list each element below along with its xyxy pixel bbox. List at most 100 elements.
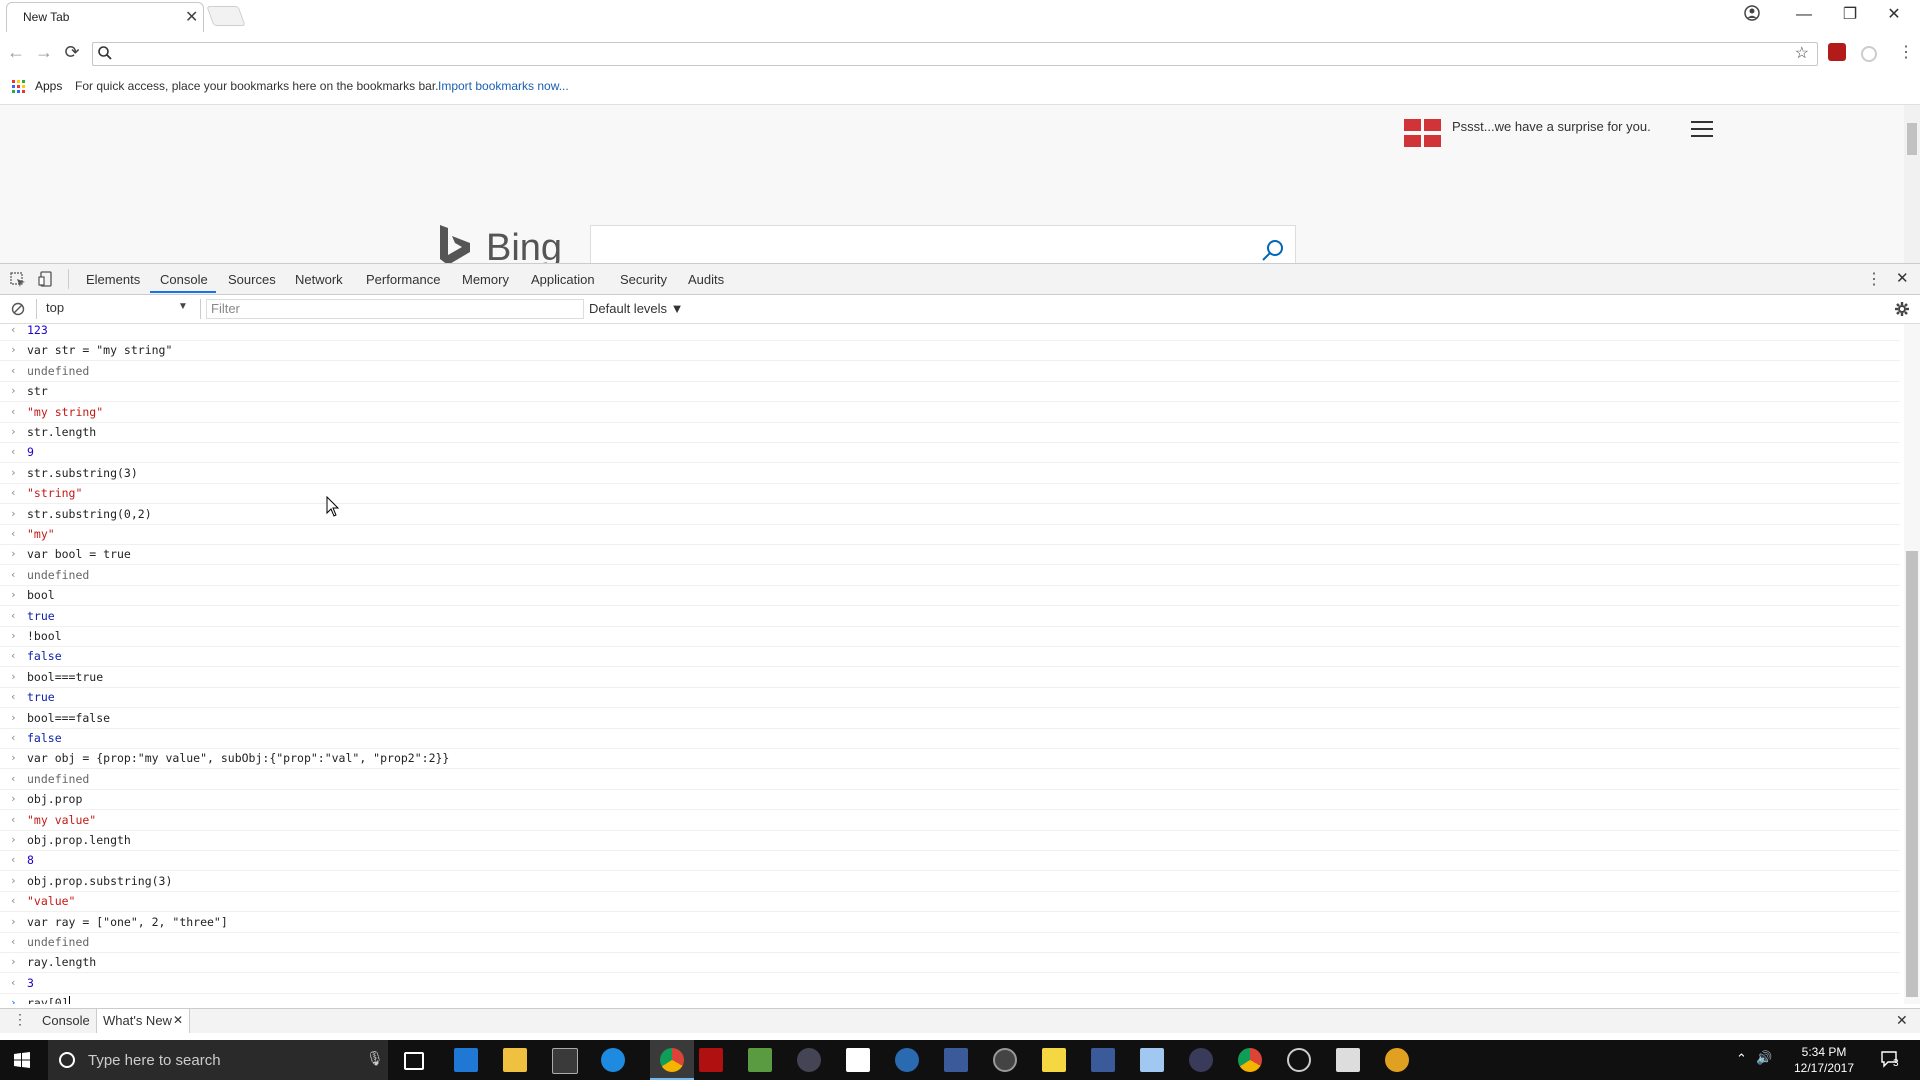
close-window-button[interactable]: ✕ <box>1874 2 1914 28</box>
remote-desktop-icon[interactable] <box>1091 1048 1115 1072</box>
console-scroll-thumb[interactable] <box>1906 551 1918 997</box>
context-selector[interactable]: top ▼ <box>46 300 192 318</box>
close-drawer-icon[interactable]: ✕ <box>1896 1012 1908 1029</box>
console-input-line: › var str = "my string" <box>0 340 1900 362</box>
devtools-drawer: ⋮ Console What's New ✕ ✕ <box>0 1008 1920 1033</box>
device-toolbar-icon[interactable] <box>38 271 54 287</box>
filter-input[interactable]: Filter <box>206 299 584 319</box>
console-text: false <box>27 731 62 745</box>
page-scroll-thumb[interactable] <box>1907 123 1917 155</box>
microphone-icon[interactable]: 🎙 <box>366 1050 384 1067</box>
mail-icon[interactable] <box>846 1048 870 1072</box>
console-text: str <box>27 384 48 399</box>
console-output-line: ‹ true <box>0 606 1900 627</box>
tray-chevron-icon[interactable]: ⌃ <box>1736 1051 1747 1067</box>
close-drawer-tab-icon[interactable]: ✕ <box>173 1013 183 1027</box>
filezilla-icon[interactable] <box>699 1048 723 1072</box>
new-tab-button[interactable] <box>206 6 246 26</box>
apps-icon[interactable] <box>12 80 26 94</box>
app-icon-globe[interactable] <box>895 1048 919 1072</box>
drawer-tab-label: What's New <box>103 1013 172 1028</box>
console-prompt-input[interactable]: ray[0] <box>27 996 70 1004</box>
tab-performance[interactable]: Performance <box>366 272 440 287</box>
tab-network[interactable]: Network <box>295 272 343 287</box>
app-icon-dark[interactable] <box>1189 1048 1213 1072</box>
extension-icon-2[interactable] <box>1861 46 1877 62</box>
tab-security[interactable]: Security <box>620 272 667 287</box>
app-icon-doc[interactable] <box>1336 1048 1360 1072</box>
network-app-icon[interactable] <box>944 1048 968 1072</box>
import-bookmarks-link[interactable]: Import bookmarks now... <box>438 79 569 93</box>
prompt-chevron-icon: › <box>10 873 17 887</box>
sticky-notes-icon[interactable] <box>1042 1048 1066 1072</box>
prompt-chevron-icon: › <box>10 751 17 765</box>
console-text: str.substring(0,2) <box>27 506 152 521</box>
console-output[interactable]: ‹ 123 › var str = "my string" ‹ undefined › str… <box>0 324 1904 1004</box>
settings-gear-icon[interactable] <box>1894 301 1910 317</box>
bookmark-star-icon[interactable]: ☆ <box>1795 43 1809 63</box>
app-icon-purple[interactable] <box>797 1048 821 1072</box>
close-devtools-icon[interactable]: ✕ <box>1896 269 1909 287</box>
console-text: obj.prop <box>27 792 83 807</box>
devtools-menu-icon[interactable]: ⋮ <box>1866 269 1882 289</box>
log-levels-dropdown[interactable]: Default levels ▼ <box>589 301 684 316</box>
console-text: "my" <box>27 527 55 541</box>
address-bar[interactable]: ☆ <box>92 42 1818 66</box>
close-tab-icon[interactable]: ✕ <box>185 7 198 27</box>
taskbar-clock[interactable]: 5:34 PM 12/17/2017 <box>1784 1040 1874 1080</box>
task-view-icon[interactable] <box>404 1052 424 1070</box>
edge-icon[interactable] <box>454 1048 478 1072</box>
reload-button[interactable]: ⟳ <box>60 40 84 64</box>
search-icon[interactable] <box>1261 238 1285 262</box>
notepad-plus-icon[interactable] <box>748 1048 772 1072</box>
app-icon-circle[interactable] <box>1287 1048 1311 1072</box>
console-input-line: › bool===false <box>0 708 1900 729</box>
drawer-tab-console[interactable]: Console <box>38 1013 94 1028</box>
forward-button[interactable]: → <box>32 40 56 64</box>
console-input-line: › str.substring(0,2) <box>0 504 1900 525</box>
page-content: Pssst...we have a surprise for you. Bing <box>0 105 1920 263</box>
drawer-menu-icon[interactable]: ⋮ <box>13 1011 27 1028</box>
extension-icon[interactable] <box>1828 43 1846 61</box>
tab-new-tab[interactable]: New Tab ✕ <box>6 2 204 32</box>
inspect-element-icon[interactable] <box>10 272 26 288</box>
tab-sources[interactable]: Sources <box>228 272 276 287</box>
result-chevron-icon: ‹ <box>10 527 17 540</box>
chrome-taskbar-button[interactable] <box>650 1040 694 1080</box>
apps-link[interactable]: Apps <box>35 79 62 93</box>
windows-start-icon[interactable] <box>14 1052 30 1068</box>
app-icon-blue[interactable] <box>601 1048 625 1072</box>
console-text: true <box>27 608 55 623</box>
surprise-text[interactable]: Pssst...we have a surprise for you. <box>1452 119 1651 134</box>
result-chevron-icon: ‹ <box>10 363 17 377</box>
tab-application[interactable]: Application <box>531 272 595 287</box>
chrome-icon-2[interactable] <box>1238 1048 1262 1072</box>
restore-button[interactable]: ❐ <box>1830 2 1870 28</box>
clear-console-icon[interactable] <box>11 302 25 316</box>
drawer-tab-whats-new[interactable]: What's New ✕ <box>96 1009 190 1033</box>
tab-audits[interactable]: Audits <box>688 272 724 287</box>
console-input-line: › str.length <box>0 422 1900 443</box>
profile-icon[interactable] <box>1744 5 1762 23</box>
app-icon-light[interactable] <box>1140 1048 1164 1072</box>
console-output-line: ‹ "my string" <box>0 402 1900 423</box>
tab-console[interactable]: Console <box>160 272 208 287</box>
bing-search-box[interactable] <box>590 225 1296 263</box>
menu-hamburger-icon[interactable] <box>1691 121 1713 142</box>
file-explorer-icon[interactable] <box>503 1048 527 1072</box>
minimize-button[interactable]: — <box>1784 2 1824 28</box>
store-icon[interactable] <box>552 1048 578 1074</box>
notifications-button[interactable]: 3 <box>1880 1050 1902 1069</box>
tab-elements[interactable]: Elements <box>86 272 140 287</box>
bing-logo[interactable]: Bing <box>486 227 562 263</box>
tab-memory[interactable]: Memory <box>462 272 509 287</box>
menu-kebab-icon[interactable]: ⋮ <box>1898 42 1914 62</box>
volume-icon[interactable]: 🔊 <box>1756 1050 1772 1066</box>
resolve-icon[interactable] <box>993 1048 1017 1072</box>
back-button[interactable]: ← <box>4 40 28 64</box>
taskbar-search-box[interactable]: Type here to search 🎙 <box>48 1040 388 1080</box>
console-text: str.substring(3) <box>27 465 138 480</box>
console-output-line: ‹ 3 <box>0 973 1900 994</box>
page-scrollbar[interactable] <box>1904 105 1920 263</box>
app-icon-flame[interactable] <box>1385 1048 1409 1072</box>
